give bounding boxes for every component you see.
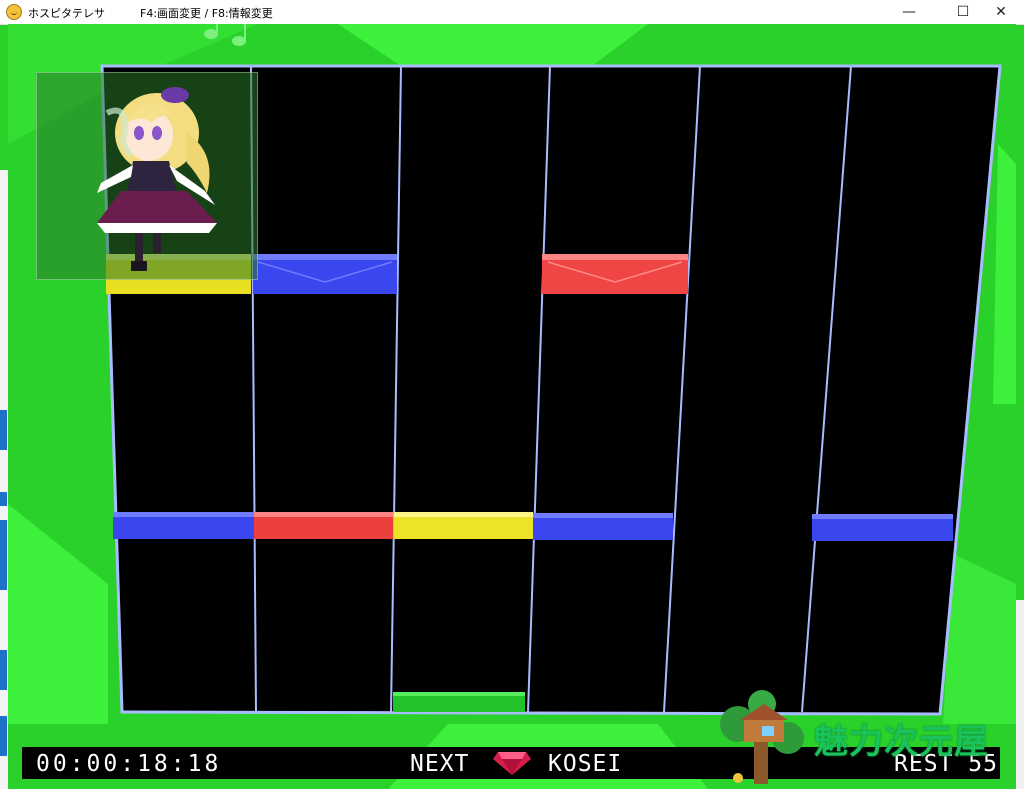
block [542,254,688,294]
elapsed-timer: 00:00:18:18 [36,751,222,777]
block [533,513,673,540]
treehouse-logo [720,690,804,784]
block [812,514,953,541]
character-panel [36,72,258,280]
watermark-text: 魅力次元屋 [814,722,989,762]
character-sprite [97,87,217,271]
block [253,254,397,294]
block [113,512,254,539]
next-label: NEXT [410,751,470,777]
next-piece-name: KOSEI [548,751,623,777]
block [393,692,525,712]
gem-icon [493,752,531,775]
block [254,512,393,539]
block [394,512,533,539]
